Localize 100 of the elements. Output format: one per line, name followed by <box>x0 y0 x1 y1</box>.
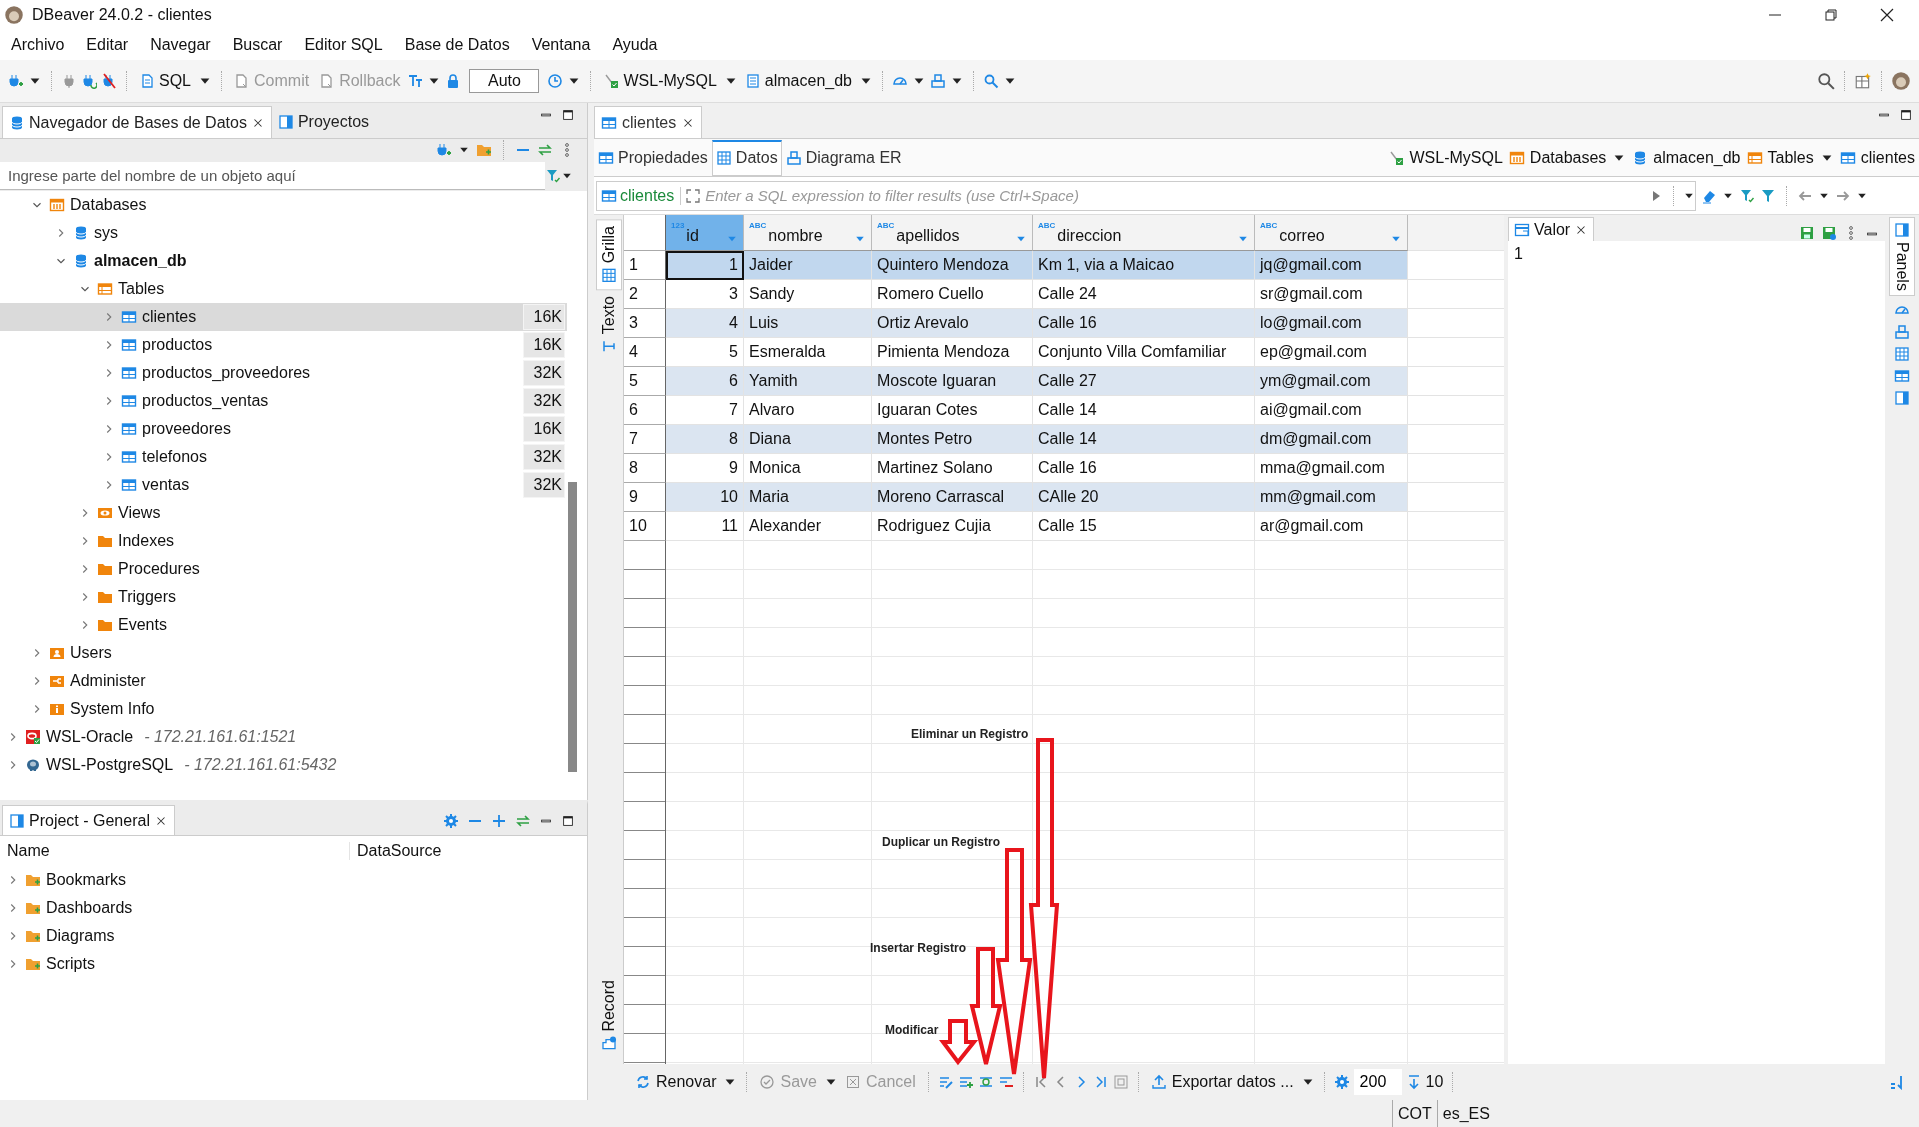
search-icon[interactable] <box>1817 72 1835 90</box>
sql-button[interactable]: SQL <box>136 70 194 92</box>
tab[interactable]: Project - General <box>2 805 175 835</box>
tree-item[interactable]: proveedores 16K <box>0 415 567 443</box>
menu-item[interactable]: Editar <box>79 36 136 54</box>
new-connection-icon[interactable] <box>436 142 452 158</box>
perspective-icon[interactable] <box>1854 72 1872 90</box>
table-row[interactable]: 9 10 Maria Moreno Carrascal CAlle 20 mm@gmail.com <box>624 483 1504 512</box>
tree-item[interactable]: Users <box>0 639 567 667</box>
table-row[interactable]: 1 1 Jaider Quintero Mendoza Km 1, via a Maicao jq@gmail.com <box>624 251 1504 280</box>
disconnect-icon[interactable] <box>101 73 117 89</box>
delete-row-icon[interactable] <box>997 1074 1014 1090</box>
tree-item[interactable]: telefonos 32K <box>0 443 567 471</box>
menu-item[interactable]: Ayuda <box>605 36 665 54</box>
filter-icon[interactable] <box>1760 187 1776 204</box>
tree-item[interactable]: sys <box>0 219 567 247</box>
tree-item[interactable]: productos_proveedores 32K <box>0 359 567 387</box>
tree-item[interactable]: Indexes <box>0 527 567 555</box>
tree-item[interactable]: Administer <box>0 667 567 695</box>
tree-item[interactable]: Events <box>0 611 567 639</box>
panels-tab[interactable]: Panels <box>1889 217 1915 296</box>
transaction-mode-field[interactable]: Auto <box>469 69 540 93</box>
auto-save-icon[interactable] <box>1821 225 1837 241</box>
app-logo-icon[interactable] <box>1891 71 1911 91</box>
menu-item[interactable]: Ventana <box>524 36 598 54</box>
tree-item[interactable]: ventas 32K <box>0 471 567 499</box>
filter-icon[interactable] <box>1739 187 1755 204</box>
connect-icon[interactable] <box>81 73 97 89</box>
table-row[interactable]: 5 6 Yamith Moscote Iguaran Calle 27 ym@gmail.com <box>624 367 1504 396</box>
settings-icon[interactable] <box>1333 1074 1350 1090</box>
plug-icon[interactable] <box>61 73 77 89</box>
database-selector[interactable]: almacen_db <box>741 70 855 92</box>
breadcrumb-item[interactable]: Databases <box>1508 148 1607 167</box>
tree-item[interactable]: System Info <box>0 695 567 723</box>
column-header[interactable]: DataSource <box>350 842 442 860</box>
tab[interactable]: Datos <box>711 139 782 176</box>
panel-icon[interactable] <box>1894 389 1910 406</box>
column-header[interactable]: Name <box>0 842 350 860</box>
menu-item[interactable]: Navegar <box>143 36 218 54</box>
boxes-icon[interactable] <box>1894 323 1910 340</box>
table-row[interactable]: 3 4 Luis Ortiz Arevalo Calle 16 lo@gmail.com <box>624 309 1504 338</box>
tab[interactable]: Propiedades <box>594 139 712 176</box>
tree-item[interactable]: WSL-PostgreSQL - 172.21.161.61:5432 <box>0 751 567 779</box>
breadcrumb-item[interactable]: clientes <box>1839 148 1915 167</box>
filter-field[interactable]: Ingrese parte del nombre de un objeto aquí <box>0 162 545 190</box>
add-row-icon[interactable] <box>957 1074 974 1090</box>
tree-item[interactable]: Procedures <box>0 555 567 583</box>
table-row[interactable]: 7 8 Diana Montes Petro Calle 14 dm@gmail.com <box>624 425 1504 454</box>
tree-item[interactable]: almacen_db <box>0 247 567 275</box>
refresh-button[interactable]: Renovar <box>632 1071 720 1093</box>
edit-row-icon[interactable] <box>937 1074 954 1090</box>
scrollbar[interactable] <box>568 482 577 772</box>
grid-icon[interactable] <box>1894 345 1910 362</box>
settings-icon[interactable] <box>443 813 459 829</box>
add-icon[interactable] <box>491 813 507 829</box>
tree-label[interactable]: Scripts <box>46 955 95 973</box>
tree-item[interactable]: productos 16K <box>0 331 567 359</box>
link-editor-icon[interactable] <box>537 142 553 158</box>
maximize-icon[interactable] <box>561 814 575 828</box>
tree-label[interactable]: Dashboards <box>46 899 133 917</box>
tab[interactable]: Diagrama ER <box>781 139 906 176</box>
table-icon[interactable] <box>1894 367 1910 384</box>
maximize-icon[interactable] <box>1899 108 1913 122</box>
tree-label[interactable]: Diagrams <box>46 927 115 945</box>
breadcrumb-item[interactable]: WSL-MySQL <box>1388 148 1503 167</box>
tab[interactable]: Navegador de Bases de Datos <box>2 106 272 138</box>
link-editor-icon[interactable] <box>515 813 531 829</box>
breadcrumb-item[interactable]: almacen_db <box>1632 148 1741 167</box>
save-icon[interactable] <box>1799 225 1815 241</box>
record-tab[interactable]: Record <box>596 974 621 1058</box>
new-folder-icon[interactable] <box>476 142 492 158</box>
filter-field[interactable]: clientes Enter a SQL expression to filter results (use Ctrl+Space) <box>596 180 1696 211</box>
tree-item[interactable]: Triggers <box>0 583 567 611</box>
close-icon[interactable] <box>1879 7 1895 23</box>
tree-item[interactable]: WSL-Oracle - 172.21.161.61:1521 <box>0 723 567 751</box>
tab[interactable]: Proyectos <box>271 106 376 138</box>
focus-icon[interactable] <box>1112 1074 1129 1090</box>
tree-item[interactable]: clientes 16K <box>0 303 567 331</box>
breadcrumb-item[interactable]: Tables <box>1746 148 1814 167</box>
menu-item[interactable]: Base de Datos <box>397 36 517 54</box>
menu-item[interactable]: Archivo <box>4 36 72 54</box>
export-button[interactable]: Exportar datos ... <box>1147 1071 1297 1093</box>
connection-selector[interactable]: WSL-MySQL <box>600 70 720 92</box>
tab[interactable]: Valor <box>1508 217 1595 241</box>
maximize-icon[interactable] <box>561 108 575 122</box>
tree-item[interactable]: Views <box>0 499 567 527</box>
expand-icon[interactable] <box>685 187 702 204</box>
view-tab[interactable]: Grilla <box>595 219 622 291</box>
fetch-size-field[interactable]: 200 <box>1353 1069 1402 1095</box>
tab[interactable]: clientes <box>594 106 703 138</box>
menu-item[interactable]: Editor SQL <box>297 36 390 54</box>
layout-icon[interactable] <box>1889 1074 1905 1090</box>
duplicate-row-icon[interactable] <box>977 1074 994 1090</box>
tree-item[interactable]: Databases <box>0 191 567 219</box>
menu-item[interactable]: Buscar <box>225 36 290 54</box>
tree-label[interactable]: Bookmarks <box>46 871 127 889</box>
tree-item[interactable]: productos_ventas 32K <box>0 387 567 415</box>
tree-item[interactable]: Tables <box>0 275 567 303</box>
restore-icon[interactable] <box>1823 7 1839 23</box>
view-tab[interactable]: Texto <box>596 290 621 361</box>
